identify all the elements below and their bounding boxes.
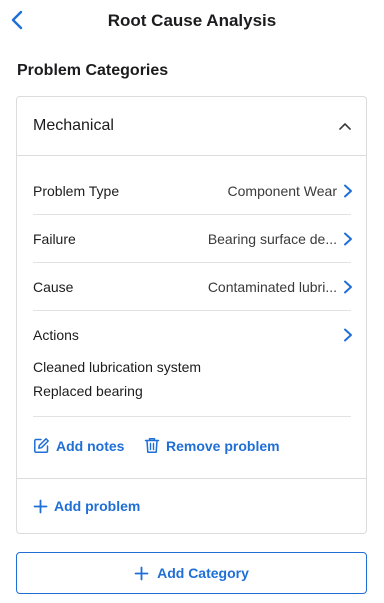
action-item: Cleaned lubrication system — [33, 359, 202, 375]
failure-row[interactable]: Failure Bearing surface de... — [33, 215, 352, 263]
actions-row[interactable]: Actions — [33, 311, 352, 359]
row-label: Problem Type — [33, 183, 120, 199]
nav-bar: Root Cause Analysis — [0, 0, 384, 44]
row-label: Actions — [33, 327, 79, 343]
problem-type-row[interactable]: Problem Type Component Wear — [33, 167, 352, 215]
page-title: Root Cause Analysis — [107, 11, 277, 30]
chevron-right-icon — [344, 232, 352, 246]
cause-row[interactable]: Cause Contaminated lubri... — [33, 263, 352, 311]
plus-icon — [33, 499, 48, 513]
trash-icon — [144, 438, 160, 453]
add-problem-label: Add problem — [54, 498, 141, 514]
chevron-up-icon — [339, 123, 351, 130]
chevron-right-icon — [344, 184, 352, 198]
divider — [17, 478, 366, 479]
add-notes-label: Add notes — [56, 437, 125, 454]
row-label: Failure — [33, 231, 76, 247]
category-header[interactable]: Mechanical — [17, 97, 366, 156]
category-card: Mechanical Problem Type Component Wear F… — [16, 96, 367, 534]
edit-note-icon — [34, 438, 49, 453]
action-item: Replaced bearing — [33, 383, 143, 399]
category-name: Mechanical — [33, 117, 114, 134]
chevron-right-icon — [344, 280, 352, 294]
remove-problem-button[interactable]: Remove problem — [144, 437, 280, 454]
plus-icon — [134, 566, 149, 580]
add-notes-button[interactable]: Add notes — [33, 437, 124, 454]
row-label: Cause — [33, 279, 74, 295]
add-problem-button[interactable]: Add problem — [33, 498, 140, 514]
actions-section: Actions Cleaned lubrication system Repla… — [33, 311, 352, 417]
remove-problem-label: Remove problem — [166, 437, 280, 454]
add-category-button[interactable]: Add Category — [16, 552, 367, 594]
row-value: Contaminated lubri... — [207, 279, 337, 295]
section-title: Problem Categories — [17, 62, 169, 79]
row-value: Bearing surface de... — [207, 231, 337, 247]
add-category-label: Add Category — [157, 565, 249, 581]
row-value: Component Wear — [227, 183, 337, 199]
chevron-right-icon — [344, 328, 352, 342]
